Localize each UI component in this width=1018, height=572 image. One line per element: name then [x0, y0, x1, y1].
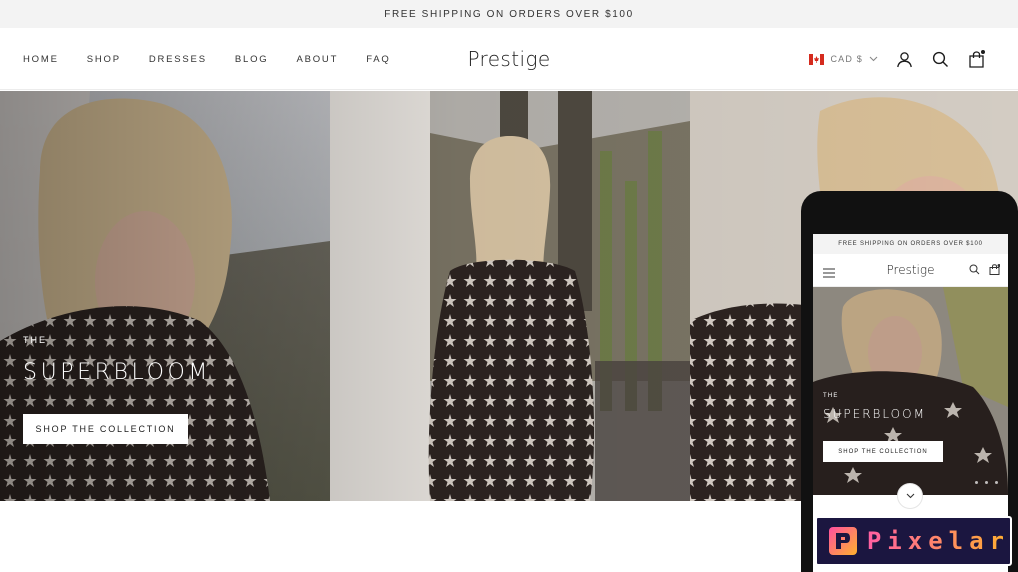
shop-collection-button[interactable]: SHOP THE COLLECTION	[23, 414, 188, 444]
search-icon[interactable]	[930, 49, 950, 69]
announcement-bar: FREE SHIPPING ON ORDERS OVER $100	[0, 0, 1018, 28]
mobile-header-icons	[969, 264, 1000, 275]
hero-kicker: THE	[23, 335, 47, 345]
hero-title: SUPERBLOOM	[23, 360, 212, 385]
site-header: HOME SHOP DRESSES BLOG ABOUT FAQ Prestig…	[0, 28, 1018, 90]
mobile-hero-kicker: THE	[823, 393, 839, 399]
currency-label: CAD $	[830, 54, 863, 64]
hero-text: THE SUPERBLOOM	[23, 335, 211, 385]
mobile-hero-image	[813, 287, 1008, 495]
announcement-text: FREE SHIPPING ON ORDERS OVER $100	[384, 8, 634, 20]
mobile-header: Prestige	[813, 254, 1008, 287]
header-actions: CAD $	[809, 28, 986, 90]
watermark-badge: Pixelar	[815, 516, 1012, 566]
mobile-shop-collection-button[interactable]: SHOP THE COLLECTION	[823, 441, 943, 462]
cart-icon[interactable]	[966, 49, 986, 69]
mobile-cart-icon[interactable]	[989, 264, 1000, 275]
canada-flag-icon	[809, 53, 825, 65]
brand-name: Prestige	[467, 47, 551, 71]
chevron-down-icon	[869, 56, 878, 62]
mobile-search-icon[interactable]	[969, 264, 980, 275]
mobile-announcement-bar: FREE SHIPPING ON ORDERS OVER $100	[813, 234, 1008, 254]
watermark-text: Pixelar	[866, 527, 1010, 555]
pixelar-logo-icon	[829, 527, 857, 555]
account-icon[interactable]	[894, 49, 914, 69]
carousel-dots[interactable]	[975, 481, 998, 484]
scroll-down-button[interactable]	[897, 483, 923, 509]
mobile-hero-banner: THE SUPERBLOOM SHOP THE COLLECTION	[813, 287, 1008, 495]
mobile-announcement-text: FREE SHIPPING ON ORDERS OVER $100	[838, 241, 983, 247]
mobile-hero-title: SUPERBLOOM	[823, 407, 926, 421]
chevron-down-icon	[906, 493, 914, 499]
phone-mockup: FREE SHIPPING ON ORDERS OVER $100 Presti…	[801, 191, 1018, 572]
currency-selector[interactable]: CAD $	[809, 53, 878, 65]
cart-badge	[980, 49, 986, 55]
